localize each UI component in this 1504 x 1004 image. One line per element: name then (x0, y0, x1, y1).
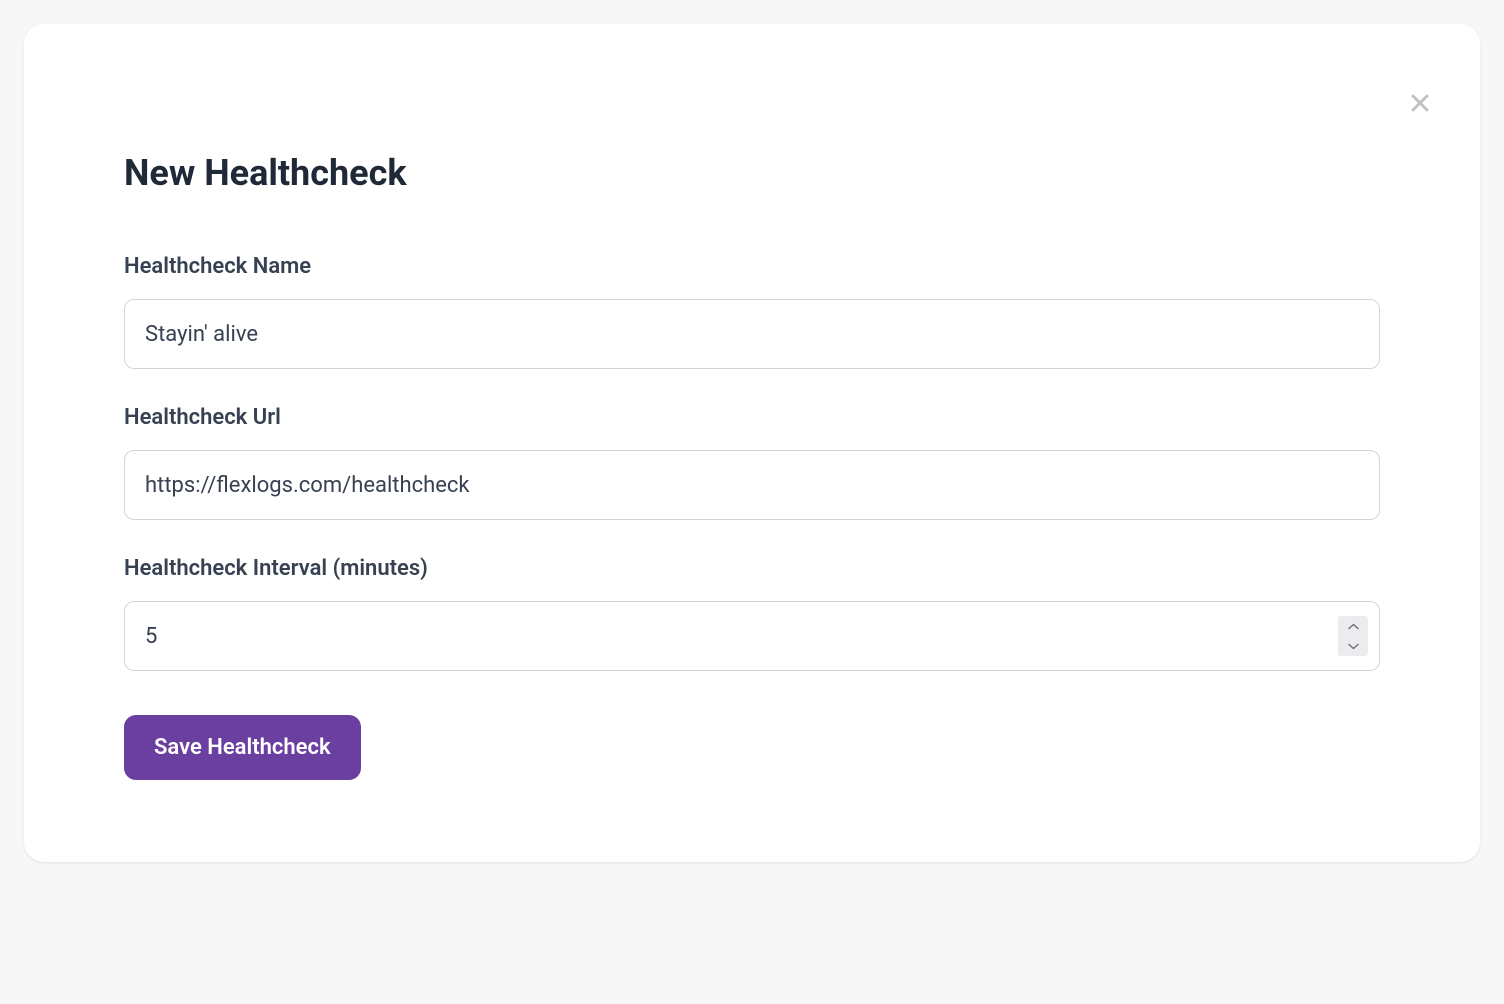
chevron-down-icon (1338, 636, 1368, 656)
interval-input[interactable] (124, 601, 1380, 671)
close-icon (1406, 89, 1434, 120)
interval-label: Healthcheck Interval (minutes) (124, 556, 1380, 581)
modal-title: New Healthcheck (124, 152, 1380, 194)
form-group-url: Healthcheck Url (124, 405, 1380, 520)
form-group-name: Healthcheck Name (124, 254, 1380, 369)
url-input[interactable] (124, 450, 1380, 520)
name-label: Healthcheck Name (124, 254, 1380, 279)
close-button[interactable] (1400, 84, 1440, 124)
url-label: Healthcheck Url (124, 405, 1380, 430)
interval-input-wrapper (124, 601, 1380, 671)
new-healthcheck-card: New Healthcheck Healthcheck Name Healthc… (24, 24, 1480, 862)
form-group-interval: Healthcheck Interval (minutes) (124, 556, 1380, 671)
number-stepper[interactable] (1338, 616, 1368, 656)
name-input[interactable] (124, 299, 1380, 369)
chevron-up-icon (1338, 616, 1368, 636)
save-button[interactable]: Save Healthcheck (124, 715, 361, 780)
